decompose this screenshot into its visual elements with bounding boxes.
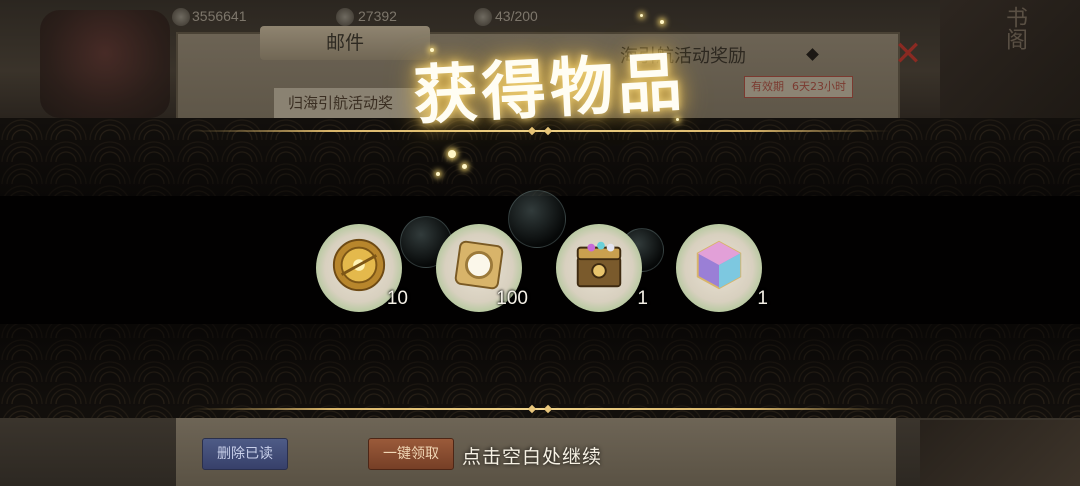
knot-ornament-icon bbox=[527, 404, 553, 414]
tap-to-continue-hint: 点击空白处继续 bbox=[462, 446, 603, 468]
sparkle-icon bbox=[430, 48, 434, 52]
treasure-chest-icon bbox=[576, 241, 622, 288]
close-icon[interactable]: ✕ bbox=[888, 34, 928, 74]
reward-count: 10 bbox=[386, 288, 408, 309]
delete-read-button[interactable]: 删除已读 bbox=[202, 438, 288, 470]
jade-ring-token-icon bbox=[454, 240, 504, 290]
jade-icon bbox=[336, 8, 354, 26]
claim-all-button[interactable]: 一键领取 bbox=[368, 438, 454, 470]
gold-medallion-icon bbox=[332, 238, 386, 292]
validity-value: 6天23小时 bbox=[792, 80, 846, 93]
character-portrait bbox=[40, 10, 170, 118]
stamina-count: 43/200 bbox=[495, 8, 538, 24]
sparkle-icon bbox=[676, 118, 679, 121]
validity-label: 有效期 bbox=[751, 80, 784, 93]
side-decoration-text: 书阁 bbox=[1002, 6, 1027, 50]
validity-badge: 有效期 6天23小时 bbox=[744, 76, 853, 98]
sparkle-icon bbox=[448, 150, 456, 158]
stamina-icon bbox=[474, 8, 492, 26]
reward-count: 100 bbox=[496, 288, 528, 309]
sparkle-icon bbox=[660, 20, 664, 24]
coin-icon bbox=[172, 8, 190, 26]
bottom-right-decoration bbox=[920, 420, 1080, 486]
reward-count: 1 bbox=[757, 288, 768, 309]
crystal-cube-icon bbox=[696, 240, 742, 290]
bubble-decoration bbox=[508, 190, 566, 248]
sparkle-icon bbox=[640, 14, 643, 17]
sparkle-icon bbox=[436, 172, 440, 176]
reward-count: 1 bbox=[637, 288, 648, 309]
overlay-shade-bottom bbox=[0, 322, 1080, 412]
coin-count: 3556641 bbox=[192, 8, 247, 24]
popup-title: 获得物品 bbox=[411, 44, 688, 135]
sparkle-icon bbox=[462, 164, 467, 169]
